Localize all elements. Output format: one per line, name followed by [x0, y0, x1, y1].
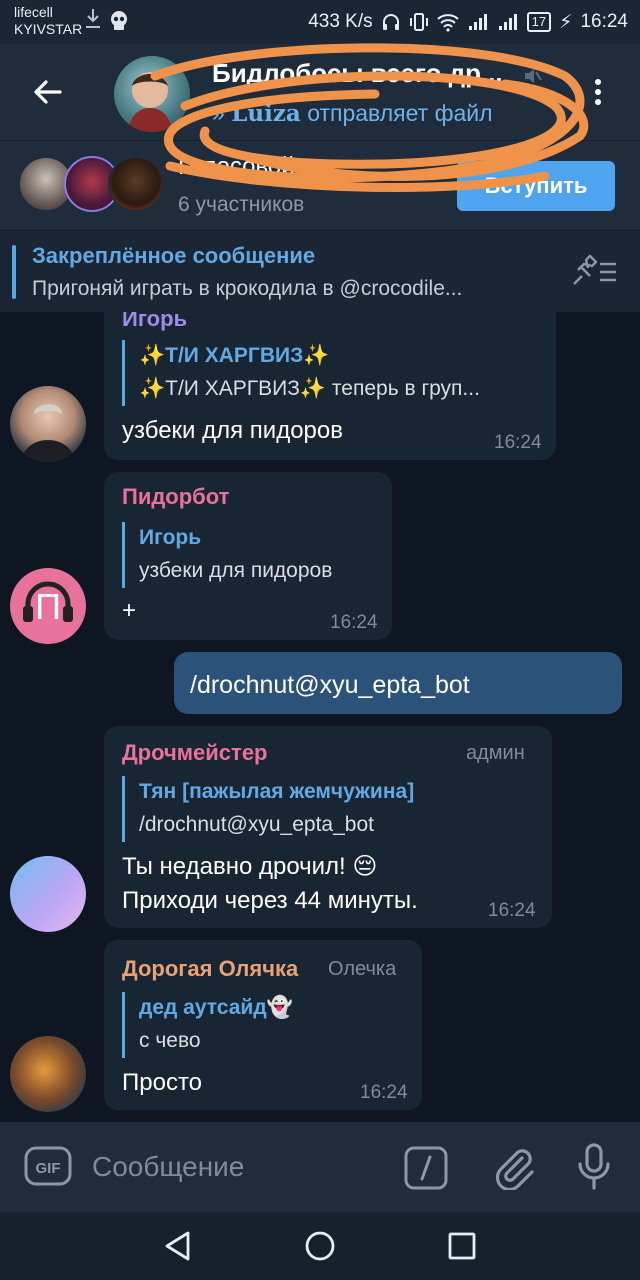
reply-quote[interactable]: ✨Т/И ХАРГВИЗ✨ ✨Т/И ХАРГВИЗ✨ теперь в гру…: [122, 340, 542, 406]
vibrate-icon: [409, 13, 428, 31]
sender-avatar-olyachka[interactable]: [10, 1036, 86, 1112]
voice-chat-participants: 6 участников: [178, 193, 305, 216]
carrier-line-2: KYIVSTAR: [14, 21, 83, 37]
participant-avatar-3: [108, 156, 164, 212]
sender-avatar-igor[interactable]: [10, 386, 86, 462]
reply-author: Игорь: [139, 526, 202, 549]
avatar-image: [20, 404, 76, 462]
message-time: 16:24: [330, 612, 378, 633]
typing-action: отправляет файл: [307, 100, 493, 126]
message-input-bar: GIF: [0, 1122, 640, 1212]
gif-icon[interactable]: GIF: [24, 1146, 72, 1186]
message-text-line-1: Ты недавно дрочил! 😔: [122, 853, 378, 880]
status-icons: 433 K/s 17 ⚡ 16:24: [308, 8, 628, 36]
reply-text: ✨Т/И ХАРГВИЗ✨ теперь в груп...: [139, 377, 480, 400]
microphone-icon[interactable]: [574, 1142, 614, 1192]
message-text: +: [122, 597, 137, 624]
message-list[interactable]: Игорь ✨Т/И ХАРГВИЗ✨ ✨Т/И ХАРГВИЗ✨ теперь…: [0, 312, 640, 1122]
signal-icon-2: [498, 14, 517, 30]
net-speed: 433 K/s: [308, 11, 373, 32]
member-title: Олечка: [328, 958, 397, 980]
attach-icon[interactable]: [490, 1144, 536, 1190]
bot-commands-icon[interactable]: [404, 1146, 448, 1190]
typing-status: » Luiza отправляет файл: [212, 100, 493, 127]
reply-text: с чево: [139, 1029, 201, 1052]
message-time: 16:24: [360, 1082, 408, 1103]
nav-recent-apps-icon[interactable]: [444, 1228, 480, 1264]
join-voice-chat-button[interactable]: Вступить: [457, 161, 615, 211]
message-sender[interactable]: Игорь: [122, 312, 187, 332]
pinned-title: Закреплённое сообщение: [32, 243, 316, 268]
chat-avatar-image: [128, 72, 172, 132]
message-text-line-2: Приходи через 44 минуты.: [122, 887, 418, 914]
voice-chat-title: Голосовой чат: [178, 153, 338, 180]
message-sender[interactable]: Дрочмейстер: [122, 740, 268, 766]
chat-avatar[interactable]: [114, 56, 190, 132]
sender-avatar-drochmeister[interactable]: [10, 856, 86, 932]
chat-title[interactable]: Бидлобосы всего др...: [212, 58, 503, 89]
charging-icon: ⚡: [559, 11, 573, 33]
message-time: 16:24: [488, 900, 536, 921]
battery-level: 17: [531, 14, 547, 29]
reply-author: ✨Т/И ХАРГВИЗ✨: [139, 344, 330, 367]
pinned-accent-bar: [12, 245, 16, 299]
reply-text: узбеки для пидоров: [139, 559, 333, 582]
message-text: узбеки для пидоров: [122, 417, 344, 444]
message-input[interactable]: [92, 1144, 382, 1190]
message-sender[interactable]: Дорогая Олячка: [122, 956, 298, 982]
reply-quote[interactable]: Игорь узбеки для пидоров: [122, 522, 378, 588]
reply-author: Тян [пажылая жемчужина]: [139, 780, 415, 803]
message-time: 16:24: [494, 432, 542, 453]
skull-icon: [111, 11, 127, 30]
system-nav-bar: [0, 1212, 640, 1280]
svg-text:GIF: GIF: [36, 1160, 61, 1177]
sender-avatar-pidorbot[interactable]: П: [10, 568, 86, 644]
muted-icon: [525, 69, 542, 83]
back-arrow-icon[interactable]: [30, 74, 66, 110]
reply-author: дед аутсайд👻: [139, 996, 293, 1019]
nav-back-icon[interactable]: [160, 1228, 196, 1264]
admin-badge: админ: [466, 742, 525, 764]
sending-indicator-icon: »: [212, 100, 225, 126]
reply-text: /drochnut@xyu_epta_bot: [139, 813, 374, 836]
message-text: Просто: [122, 1069, 203, 1096]
download-icon: [86, 9, 100, 28]
status-bar: lifecell KYIVSTAR 433 K/s 17 ⚡ 16:24: [0, 0, 640, 44]
more-menu-icon[interactable]: [586, 74, 610, 110]
pinned-text: Пригоняй играть в крокодила в @crocodile…: [32, 277, 463, 300]
clock: 16:24: [580, 11, 628, 32]
pinned-message-bar[interactable]: Закреплённое сообщение Пригоняй играть в…: [0, 230, 640, 312]
wifi-icon: [436, 14, 459, 32]
carrier-line-1: lifecell: [14, 4, 53, 20]
message-sender[interactable]: Пидорбот: [122, 484, 229, 510]
reply-quote[interactable]: дед аутсайд👻 с чево: [122, 992, 412, 1058]
chat-header: Бидлобосы всего др... » Luiza отправляет…: [0, 44, 640, 140]
signal-icon-1: [468, 14, 487, 30]
nav-home-icon[interactable]: [302, 1228, 338, 1264]
battery-indicator: 17: [526, 12, 552, 32]
pin-list-icon[interactable]: [570, 254, 620, 290]
carrier-label: lifecell KYIVSTAR: [14, 4, 82, 38]
voice-chat-bar: Голосовой чат 6 участников Вступить: [0, 140, 640, 230]
outgoing-message-text: /drochnut@xyu_epta_bot: [190, 671, 470, 699]
avatar-letter: П: [35, 586, 61, 627]
headphones-icon: [382, 14, 399, 30]
typing-user: Luiza: [231, 100, 301, 127]
reply-quote[interactable]: Тян [пажылая жемчужина] /drochnut@xyu_ep…: [122, 776, 532, 842]
